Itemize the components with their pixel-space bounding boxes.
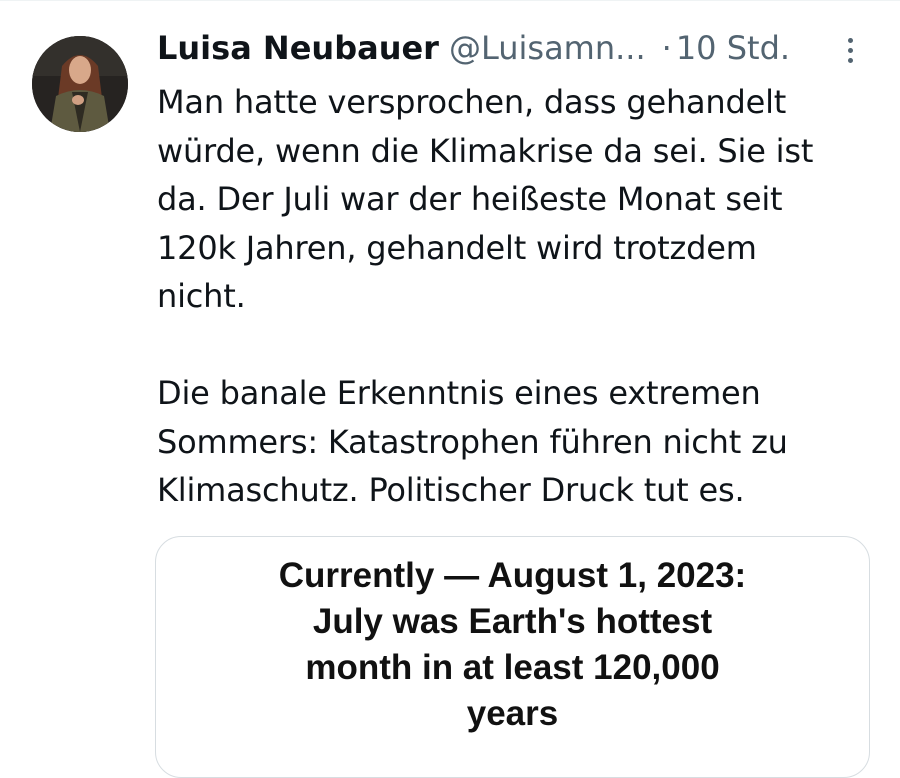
tweet-text: Man hatte versprochen, dass gehandelt wü… xyxy=(157,78,877,515)
media-card[interactable]: Currently — August 1, 2023: July was Ear… xyxy=(155,536,870,778)
profile-photo-icon xyxy=(32,36,128,132)
text-line: Die banale Erkenntnis eines extremen xyxy=(157,374,761,412)
text-line: 120k Jahren, gehandelt wird trotzdem xyxy=(157,228,757,267)
avatar[interactable] xyxy=(32,36,128,132)
display-name[interactable]: Luisa Neubauer xyxy=(157,26,439,70)
timestamp[interactable]: 10 Std. xyxy=(676,26,790,70)
text-line: Sommers: Katastrophen führen nicht zu xyxy=(157,422,788,461)
separator-dot: · xyxy=(661,29,672,67)
tweet[interactable]: Luisa Neubauer @Luisamn... · 10 Std. Man… xyxy=(0,0,900,778)
media-image-text: Currently — August 1, 2023: July was Ear… xyxy=(156,553,869,737)
text-line: da. Der Juli war der heißeste Monat seit xyxy=(157,180,783,218)
text-line: würde, wenn die Klimakrise da sei. Sie i… xyxy=(157,131,814,170)
user-handle[interactable]: @Luisamn... xyxy=(449,26,646,70)
text-line: Man hatte versprochen, dass gehandelt xyxy=(157,83,787,121)
more-vertical-icon[interactable] xyxy=(834,30,866,70)
media-line: July was Earth's hottest xyxy=(312,602,713,641)
text-line: nicht. xyxy=(157,277,246,315)
text-line: Klimaschutz. Politischer Druck tut es. xyxy=(157,471,745,509)
media-line: month in at least 120,000 xyxy=(305,648,720,687)
media-line: years xyxy=(466,694,559,733)
tweet-header: Luisa Neubauer @Luisamn... · 10 Std. xyxy=(157,26,790,70)
media-line: Currently — August 1, 2023: xyxy=(278,556,747,595)
